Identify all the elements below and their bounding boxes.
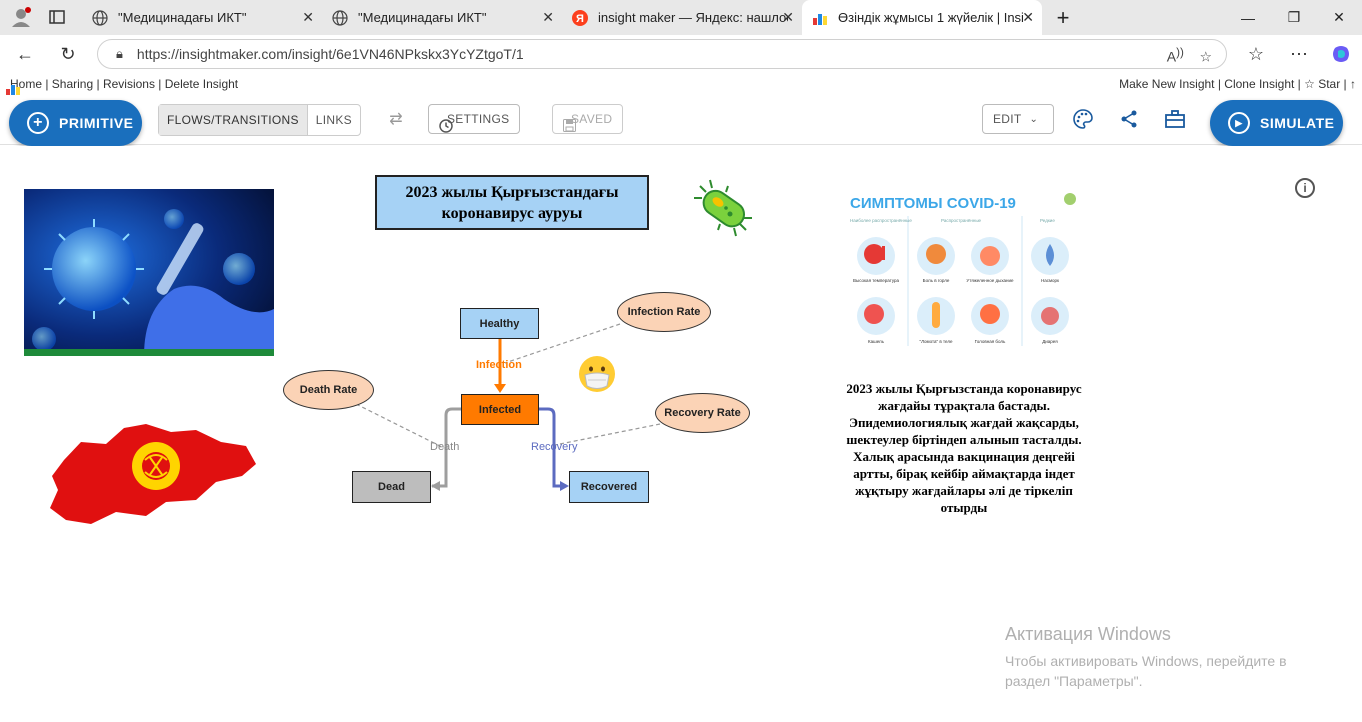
stock-infected[interactable]: Infected <box>461 394 539 425</box>
flow-recovery-arrow <box>560 481 569 491</box>
variable-infection-rate[interactable]: Infection Rate <box>617 292 711 332</box>
stock-dead[interactable]: Dead <box>352 471 431 503</box>
flow-infection-label[interactable]: Infection <box>476 359 522 371</box>
watermark-title: Активация Windows <box>1005 624 1171 644</box>
stock-recovered[interactable]: Recovered <box>569 471 649 503</box>
variable-death-rate[interactable]: Death Rate <box>283 370 374 410</box>
flow-death-label[interactable]: Death <box>430 441 459 453</box>
flow-death-arrow <box>431 481 440 491</box>
stock-healthy[interactable]: Healthy <box>460 308 539 339</box>
variable-recovery-rate[interactable]: Recovery Rate <box>655 393 750 433</box>
flow-recovery-label[interactable]: Recovery <box>531 441 577 453</box>
watermark-text: Чтобы активировать Windows, перейдите в … <box>1005 653 1287 689</box>
flow-infection-arrow <box>494 384 506 393</box>
diagram-connections <box>355 323 661 491</box>
windows-activation-watermark: Активация Windows Чтобы активировать Win… <box>1005 624 1325 691</box>
